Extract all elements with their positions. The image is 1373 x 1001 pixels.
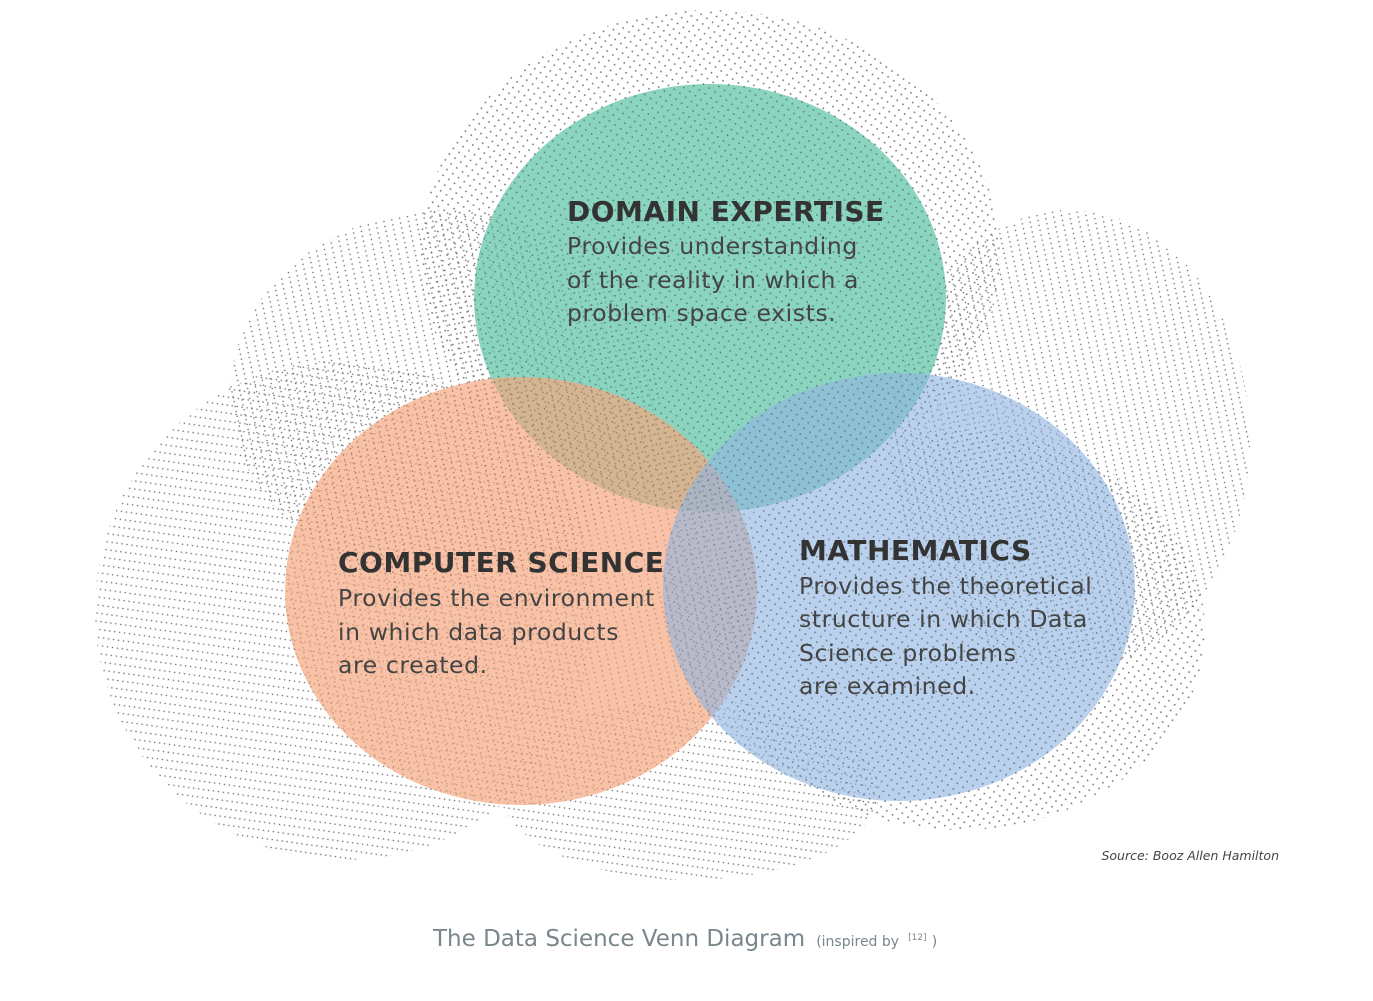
mathematics-line-2: structure in which Data [799, 605, 1088, 633]
circle-dot-texture [285, 84, 1135, 805]
diagram-caption: The Data Science Venn Diagram (inspired … [432, 925, 937, 952]
venn-diagram: DOMAIN EXPERTISE Provides understanding … [95, 10, 1279, 952]
computer-science-line-2: in which data products [338, 618, 619, 646]
caption-title: The Data Science Venn Diagram [432, 926, 805, 952]
mathematics-line-1: Provides the theoretical [799, 572, 1092, 600]
computer-science-line-3: are created. [338, 651, 488, 679]
domain-expertise-line-2: of the reality in which a [567, 266, 859, 294]
computer-science-line-1: Provides the environment [338, 584, 655, 612]
source-credit: Source: Booz Allen Hamilton [1101, 848, 1279, 863]
mathematics-line-3: Science problems [799, 639, 1017, 667]
caption-reference: [12] [908, 933, 926, 943]
computer-science-title: COMPUTER SCIENCE [338, 546, 664, 579]
domain-expertise-title: DOMAIN EXPERTISE [567, 195, 885, 228]
caption-note-prefix: (inspired by [816, 934, 899, 950]
mathematics-line-4: are examined. [799, 672, 976, 700]
mathematics-title: MATHEMATICS [799, 534, 1032, 567]
domain-expertise-line-3: problem space exists. [567, 299, 836, 327]
domain-expertise-line-1: Provides understanding [567, 232, 858, 260]
caption-note-suffix: ) [932, 934, 937, 950]
